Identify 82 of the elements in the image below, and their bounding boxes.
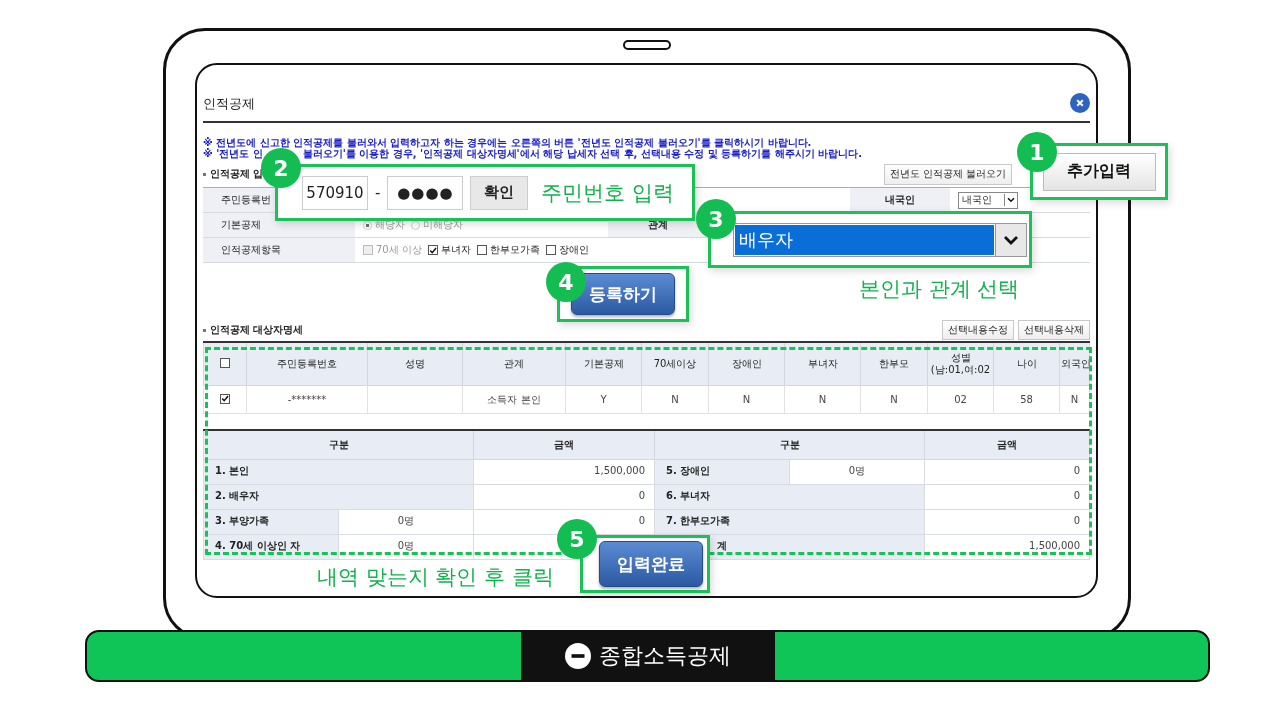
- field-label: 기본공제: [221, 218, 261, 232]
- option-label: 부녀자: [440, 243, 471, 257]
- step-number: 4: [546, 262, 586, 302]
- table-cell: 0명: [338, 509, 474, 535]
- callout-caption: 주민번호 입력: [541, 179, 675, 207]
- column-header: 구분: [654, 430, 925, 460]
- table-cell: 소득자 본인: [462, 385, 566, 414]
- column-header: 외국인: [1059, 342, 1090, 386]
- option-label: 장애인: [558, 243, 589, 257]
- row-label: 6. 부녀자: [654, 484, 925, 510]
- table-cell: 0명: [789, 459, 925, 485]
- option-label: 해당자: [375, 218, 405, 232]
- column-header: 나이: [993, 342, 1060, 386]
- column-header: 주민등록번호: [246, 342, 368, 386]
- field-label: 주민등록번: [221, 193, 271, 207]
- column-header: 부녀자: [784, 342, 861, 386]
- nationality-select[interactable]: 내국인: [958, 191, 1018, 209]
- load-button[interactable]: 전년도 인적공제 불러오기: [883, 163, 1012, 185]
- row-label: 7. 한부모가족: [654, 509, 925, 535]
- column-header: 금액: [473, 430, 655, 460]
- table-cell: 0: [924, 509, 1090, 535]
- callout-caption: 내역 맞는지 확인 후 클릭: [317, 564, 554, 591]
- bullet-icon: [203, 172, 206, 176]
- bullet-icon: [203, 328, 206, 332]
- table-cell: N: [708, 385, 785, 414]
- column-header: 관계: [462, 342, 566, 386]
- column-header: 성별 (남:01,여:02: [927, 342, 994, 386]
- column-header: 한부모: [860, 342, 928, 386]
- table-cell: N: [641, 385, 709, 414]
- column-header: 기본공제: [565, 342, 642, 386]
- field-label: 인적공제항목: [221, 243, 281, 257]
- step-number: 3: [696, 199, 736, 239]
- column-header: 구분: [203, 430, 474, 460]
- callout-caption: 본인과 관계 선택: [859, 276, 1020, 303]
- id-field[interactable]: 570910: [302, 175, 368, 210]
- checkbox[interactable]: [476, 245, 487, 255]
- field-label: 내국인: [850, 188, 950, 212]
- dialog-title: 인적공제: [203, 95, 255, 113]
- notice-text: ※ 전년도에 신고한 인적공제를 불러와서 입력하고자 하는 경우에는 오른쪽의 버튼 '전년도 인적공제 불러오기'를 클릭하시기 바랍니다.: [203, 137, 812, 148]
- table-cell: 0명: [338, 534, 474, 560]
- confirm-button[interactable]: 확인: [470, 175, 529, 210]
- row-label: 5. 장애인: [654, 459, 790, 485]
- checkbox[interactable]: [220, 393, 230, 404]
- column-header: 성명: [367, 342, 463, 386]
- action-button[interactable]: 선택내용수정: [942, 320, 1014, 340]
- section-heading: 인적공제 입: [210, 167, 264, 181]
- table-cell: N: [860, 385, 928, 414]
- step-number: 1: [1017, 132, 1057, 172]
- camera-notch: [622, 40, 671, 50]
- relation-select[interactable]: 배우자: [733, 222, 1027, 257]
- column-header: 장애인: [708, 342, 785, 386]
- bottom-label: 종합소득공제: [598, 642, 731, 670]
- option-label: 70세 이상: [376, 243, 422, 257]
- table-cell: Y: [565, 385, 642, 414]
- table-cell: 58: [993, 385, 1060, 414]
- table-cell: 02: [927, 385, 994, 414]
- notice-text: ※ '전년도 인: [203, 148, 263, 159]
- step-number: 2: [261, 148, 301, 188]
- table-cell: 0: [473, 484, 655, 510]
- option-label: 미해당자: [423, 218, 463, 232]
- separator-text: -: [375, 183, 381, 202]
- row-label: 2. 배우자: [203, 484, 474, 510]
- section-heading: 인적공제 대상자명세: [210, 323, 304, 337]
- row-label: 3. 부양가족: [203, 509, 339, 535]
- checkbox[interactable]: [220, 357, 230, 368]
- column-header: 금액: [924, 430, 1090, 460]
- close-button[interactable]: [1070, 93, 1090, 113]
- caret-icon: [1004, 194, 1017, 206]
- table-cell: -*******: [246, 385, 368, 414]
- complete-button[interactable]: 입력완료: [599, 541, 703, 587]
- id-field[interactable]: ●●●●: [387, 175, 464, 210]
- action-button[interactable]: 선택내용삭제: [1018, 320, 1090, 340]
- minus-icon: [564, 643, 591, 669]
- row-label: 1. 본인: [203, 459, 474, 485]
- table-cell: 1,500,000: [473, 459, 655, 485]
- add-input-button[interactable]: 추가입력: [1042, 152, 1156, 191]
- checkbox[interactable]: [545, 245, 556, 255]
- checkbox[interactable]: [427, 245, 438, 255]
- notice-text: 불러오기'를 이용한 경우, '인적공제 대상자명세'에서 해당 납세자 선택 후, 선택내용 수정 및 등록하기를 해주시기 바랍니다.: [302, 148, 863, 159]
- column-header: 70세이상: [641, 342, 709, 386]
- table-cell: N: [784, 385, 861, 414]
- option-label: 한부모가족: [489, 243, 540, 257]
